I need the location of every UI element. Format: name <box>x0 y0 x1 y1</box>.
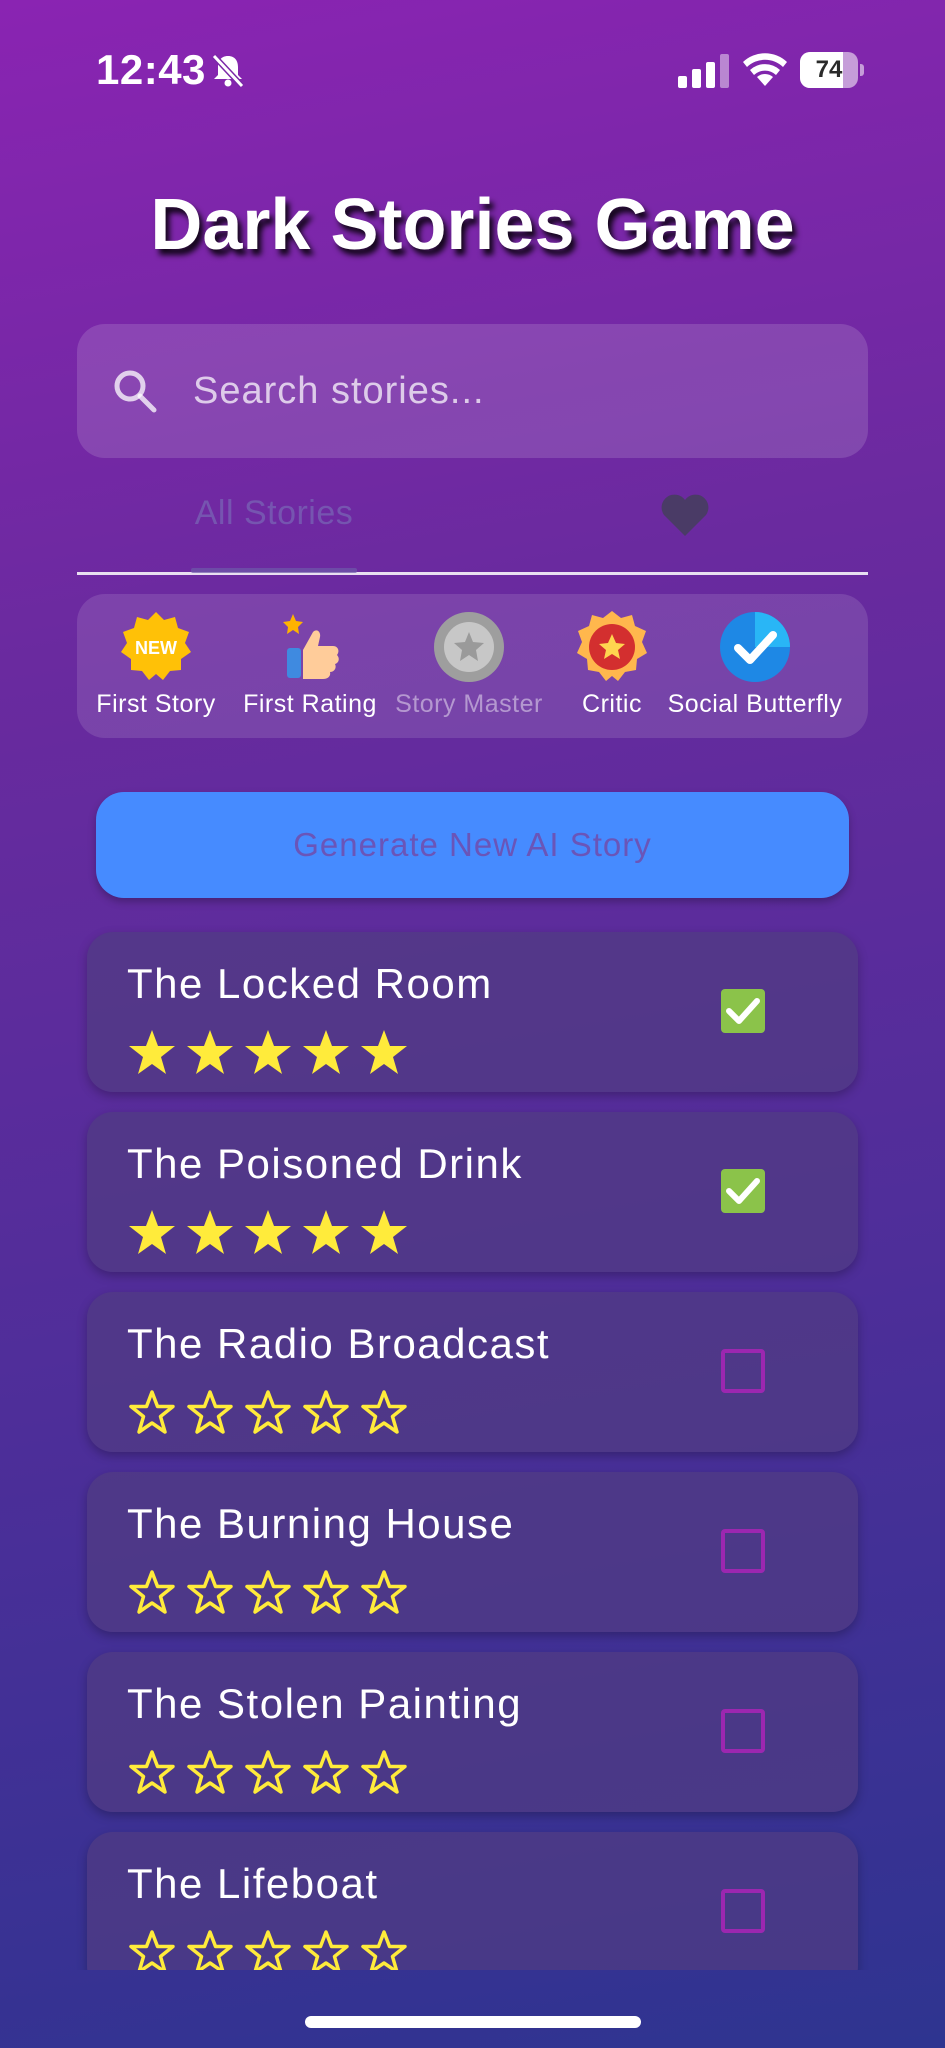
thumbs-up-icon <box>283 614 339 679</box>
tab-indicator <box>191 568 357 573</box>
star-outline-icon[interactable] <box>301 1928 351 1970</box>
generate-story-button[interactable]: Generate New AI Story <box>96 792 849 898</box>
search-icon <box>114 370 157 413</box>
star-filled-icon[interactable] <box>127 1028 177 1078</box>
star-outline-icon[interactable] <box>301 1568 351 1618</box>
star-filled-icon[interactable] <box>243 1208 293 1258</box>
star-outline-icon[interactable] <box>301 1388 351 1438</box>
checkmark-icon <box>726 998 760 1024</box>
star-filled-icon[interactable] <box>301 1028 351 1078</box>
status-time: 12:43 <box>96 46 206 93</box>
star-outline-icon[interactable] <box>185 1388 235 1438</box>
story-title: The Locked Room <box>127 960 493 1007</box>
story-tabs: All Stories <box>77 480 868 575</box>
completed-checkbox[interactable] <box>721 1349 765 1393</box>
star-rating <box>127 1748 417 1798</box>
story-title: The Burning House <box>127 1500 515 1547</box>
star-rating <box>127 1928 417 1970</box>
star-outline-icon[interactable] <box>243 1568 293 1618</box>
star-outline-icon[interactable] <box>243 1388 293 1438</box>
star-outline-icon[interactable] <box>359 1568 409 1618</box>
achievement-story-master[interactable]: Story Master <box>389 610 549 719</box>
star-rating <box>127 1208 417 1258</box>
achievement-label: Story Master <box>395 690 543 718</box>
home-indicator[interactable] <box>305 2016 641 2028</box>
star-outline-icon[interactable] <box>185 1748 235 1798</box>
tab-favorites[interactable] <box>637 486 727 556</box>
story-card[interactable]: The Radio Broadcast <box>87 1292 858 1452</box>
page-title: Dark Stories Game <box>150 185 795 265</box>
medal-icon <box>434 612 504 682</box>
star-outline-icon[interactable] <box>359 1388 409 1438</box>
battery-icon: 74 <box>800 52 864 88</box>
battery-level: 74 <box>815 56 843 83</box>
achievement-label: Critic <box>582 690 642 718</box>
story-list: The Locked Room The Poisoned Drink The Rad… <box>0 920 945 1970</box>
star-outline-icon[interactable] <box>127 1748 177 1798</box>
achievement-label: Social Butterfly <box>667 690 843 718</box>
star-outline-icon[interactable] <box>301 1748 351 1798</box>
star-filled-icon[interactable] <box>127 1208 177 1258</box>
story-title: The Lifeboat <box>127 1860 379 1907</box>
story-card[interactable]: The Stolen Painting <box>87 1652 858 1812</box>
bell-muted-icon <box>211 53 245 89</box>
star-filled-icon[interactable] <box>301 1208 351 1258</box>
achievement-first-rating[interactable]: First Rating <box>235 610 385 719</box>
story-title: The Radio Broadcast <box>127 1320 551 1367</box>
star-medal-icon <box>577 611 647 681</box>
star-filled-icon[interactable] <box>359 1208 409 1258</box>
star-outline-icon[interactable] <box>127 1568 177 1618</box>
achievement-label: First Story <box>96 690 216 718</box>
tab-all-stories[interactable]: All Stories <box>191 494 357 575</box>
achievement-label: First Rating <box>243 690 377 718</box>
completed-checkbox[interactable] <box>721 1709 765 1753</box>
star-rating <box>127 1568 417 1618</box>
story-title: The Poisoned Drink <box>127 1140 523 1187</box>
cellular-signal-icon <box>678 54 729 88</box>
star-filled-icon[interactable] <box>359 1028 409 1078</box>
completed-checkbox[interactable] <box>721 1889 765 1933</box>
star-outline-icon[interactable] <box>127 1388 177 1438</box>
star-rating <box>127 1388 417 1438</box>
check-badge-icon <box>720 612 790 682</box>
story-card[interactable]: The Burning House <box>87 1472 858 1632</box>
star-filled-icon[interactable] <box>185 1028 235 1078</box>
completed-checkbox[interactable] <box>721 1169 765 1213</box>
status-bar: 12:43 74 <box>0 0 945 140</box>
star-filled-icon[interactable] <box>185 1208 235 1258</box>
story-card[interactable]: The Lifeboat <box>87 1832 858 1970</box>
star-filled-icon[interactable] <box>243 1028 293 1078</box>
achievement-critic[interactable]: Critic <box>557 610 667 719</box>
star-outline-icon[interactable] <box>359 1928 409 1970</box>
star-outline-icon[interactable] <box>185 1568 235 1618</box>
star-rating <box>127 1028 417 1078</box>
new-badge-icon: NEW <box>121 612 191 680</box>
svg-text:NEW: NEW <box>135 638 177 658</box>
story-card[interactable]: The Poisoned Drink <box>87 1112 858 1272</box>
completed-checkbox[interactable] <box>721 1529 765 1573</box>
achievements-bar: NEW First Story First Rating Story Maste… <box>77 594 868 738</box>
heart-icon <box>661 494 709 536</box>
star-outline-icon[interactable] <box>243 1928 293 1970</box>
wifi-icon <box>743 53 787 86</box>
search-input[interactable] <box>193 354 833 428</box>
achievement-first-story[interactable]: NEW First Story <box>91 610 221 719</box>
search-bar[interactable] <box>77 324 868 458</box>
star-outline-icon[interactable] <box>243 1748 293 1798</box>
star-outline-icon[interactable] <box>185 1928 235 1970</box>
achievement-social-butterfly[interactable]: Social Butterfly <box>655 610 855 719</box>
story-card[interactable]: The Locked Room <box>87 932 858 1092</box>
completed-checkbox[interactable] <box>721 989 765 1033</box>
star-outline-icon[interactable] <box>127 1928 177 1970</box>
story-title: The Stolen Painting <box>127 1680 523 1727</box>
checkmark-icon <box>726 1178 760 1204</box>
star-outline-icon[interactable] <box>359 1748 409 1798</box>
